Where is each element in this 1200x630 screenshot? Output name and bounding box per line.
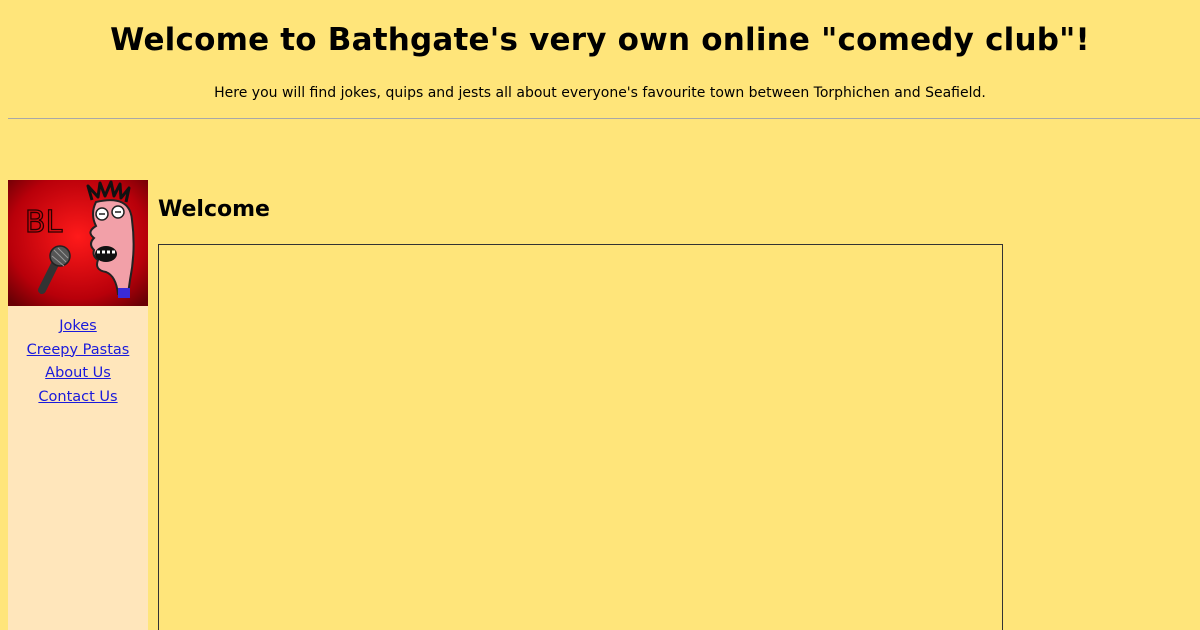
nav-item: Contact Us xyxy=(8,385,148,409)
nav-link-contact-us[interactable]: Contact Us xyxy=(38,389,117,405)
site-subtitle: Here you will find jokes, quips and jest… xyxy=(214,85,986,101)
comedian-logo-image: BL xyxy=(8,180,148,306)
nav-item: Creepy Pastas xyxy=(8,338,148,362)
header-divider xyxy=(8,118,1200,119)
nav-link-about-us[interactable]: About Us xyxy=(45,365,111,381)
sidebar-nav: Jokes Creepy Pastas About Us Contact Us xyxy=(8,306,148,408)
sidebar: BL Jokes Creepy Pastas About Us Contact … xyxy=(8,180,148,630)
logo-letters: BL xyxy=(25,205,63,240)
nav-link-creepy-pastas[interactable]: Creepy Pastas xyxy=(27,342,130,358)
nav-item: About Us xyxy=(8,361,148,385)
welcome-heading: Welcome xyxy=(158,197,270,222)
embedded-content-frame[interactable] xyxy=(158,244,1003,630)
nav-item: Jokes xyxy=(8,314,148,338)
site-title: Welcome to Bathgate's very own online "c… xyxy=(110,22,1090,58)
nav-link-jokes[interactable]: Jokes xyxy=(59,318,97,334)
page: Welcome to Bathgate's very own online "c… xyxy=(0,0,1200,630)
